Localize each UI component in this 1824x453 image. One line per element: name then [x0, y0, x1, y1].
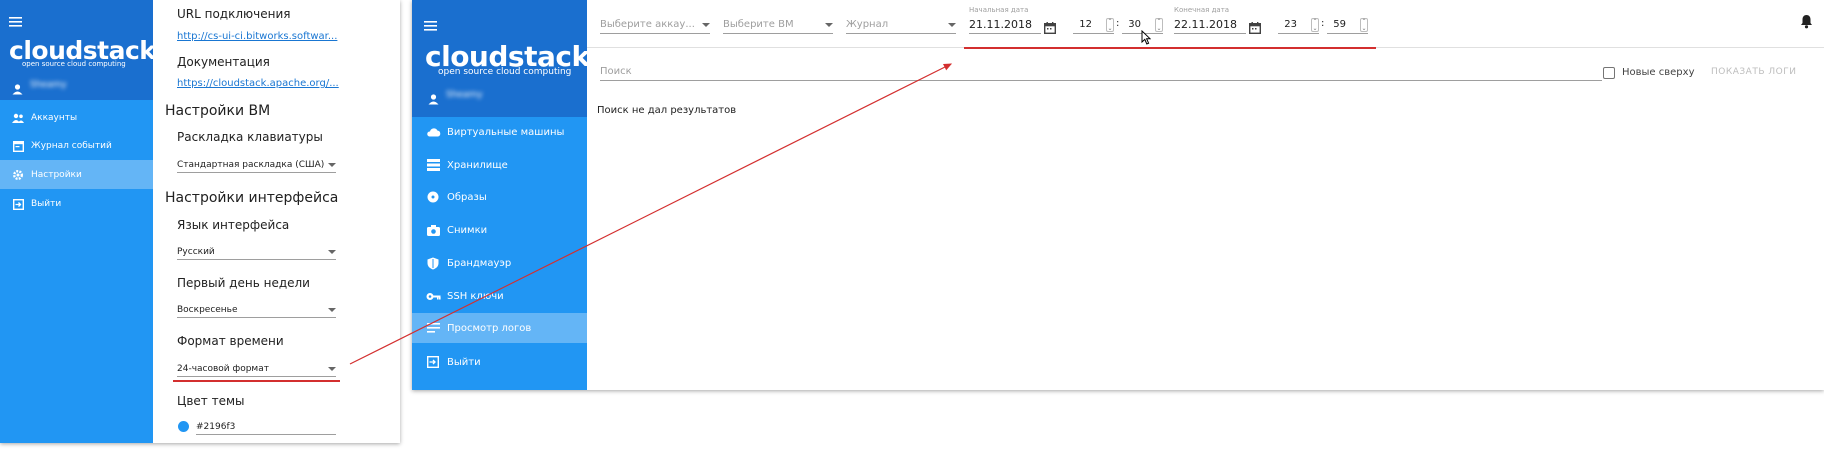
annotation-arrow: [349, 63, 953, 365]
